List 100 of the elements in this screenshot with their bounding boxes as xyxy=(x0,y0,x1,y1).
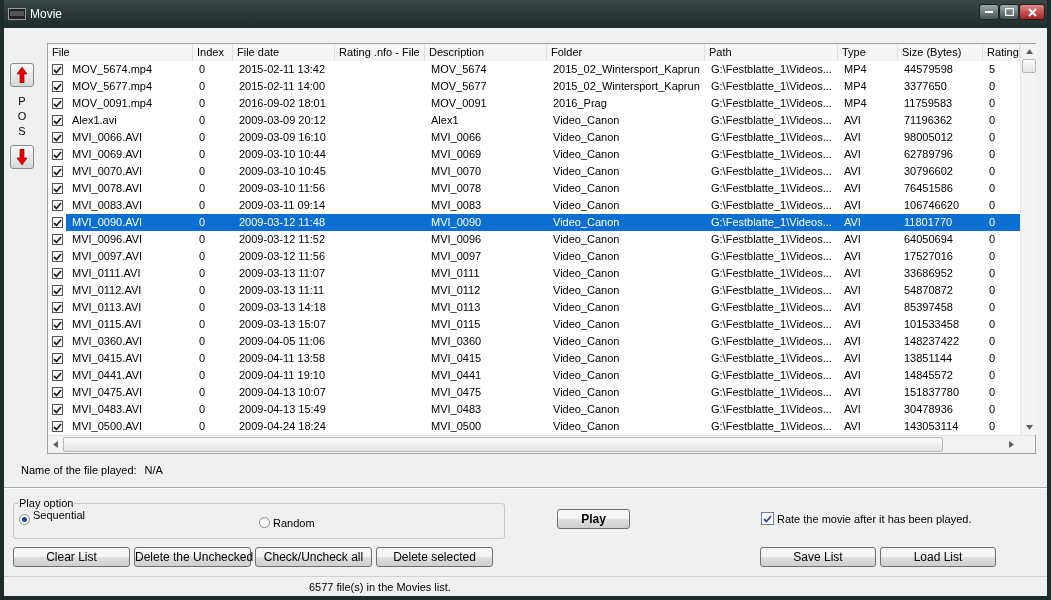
type-cell-text: AVI xyxy=(843,249,862,264)
row-checkbox[interactable] xyxy=(51,302,63,313)
table-row[interactable]: MVI_0078.AVI 0 2009-03-10 11:56 MVI_0078 Video_Canon G:\Festblatte_1\Videos... AVI 76451586 0 xyxy=(66,180,1020,197)
radio-button[interactable] xyxy=(19,514,30,525)
path-cell-text: G:\Festblatte_1\Videos... xyxy=(710,351,833,366)
size-cell-text: 44579598 xyxy=(903,62,954,77)
row-checkbox[interactable] xyxy=(51,234,63,245)
play-button[interactable]: Play xyxy=(557,509,630,529)
description-cell-text: MVI_0097 xyxy=(430,249,483,264)
path-cell-text: G:\Festblatte_1\Videos... xyxy=(710,317,833,332)
table-row[interactable]: MVI_0070.AVI 0 2009-03-10 10:45 MVI_0070 Video_Canon G:\Festblatte_1\Videos... AVI 30796602 0 xyxy=(66,163,1020,180)
index-cell-text: 0 xyxy=(198,62,207,77)
row-checkbox[interactable] xyxy=(51,353,63,364)
row-checkbox[interactable] xyxy=(51,336,63,347)
rating-cell-text: 0 xyxy=(988,164,997,179)
column-header[interactable]: Path xyxy=(705,44,838,61)
table-row[interactable]: MVI_0441.AVI 0 2009-04-11 19:10 MVI_0441 Video_Canon G:\Festblatte_1\Videos... AVI 14845572 0 xyxy=(66,367,1020,384)
table-row[interactable]: MVI_0483.AVI 0 2009-04-13 15:49 MVI_0483 Video_Canon G:\Festblatte_1\Videos... AVI 30478936 0 xyxy=(66,401,1020,418)
scroll-thumb[interactable] xyxy=(63,437,943,452)
row-checkbox[interactable] xyxy=(51,217,63,228)
maximize-button[interactable] xyxy=(999,4,1019,20)
list-action-button[interactable]: Check/Uncheck all xyxy=(255,547,372,567)
vertical-scrollbar[interactable] xyxy=(1020,44,1037,435)
row-checkbox[interactable] xyxy=(51,81,63,92)
move-down-button[interactable] xyxy=(10,145,34,169)
type-cell-text: AVI xyxy=(843,317,862,332)
file-date-cell-text: 2009-03-09 20:12 xyxy=(238,113,327,128)
table-row[interactable]: MVI_0415.AVI 0 2009-04-11 13:58 MVI_0415 Video_Canon G:\Festblatte_1\Videos... AVI 13851144 0 xyxy=(66,350,1020,367)
row-checkbox[interactable] xyxy=(51,64,63,75)
folder-cell-text: Video_Canon xyxy=(552,147,621,162)
size-cell-text: 101533458 xyxy=(903,317,961,332)
column-header[interactable]: Folder xyxy=(547,44,705,61)
list-file-button[interactable]: Save List xyxy=(760,547,876,567)
table-row[interactable]: MVI_0111.AVI 0 2009-03-13 11:07 MVI_0111 Video_Canon G:\Festblatte_1\Videos... AVI 33686952 0 xyxy=(66,265,1020,282)
column-header[interactable]: Rating .nfo - File xyxy=(335,44,425,61)
table-row[interactable]: MVI_0083.AVI 0 2009-03-11 09:14 MVI_0083 Video_Canon G:\Festblatte_1\Videos... AVI 106746620 0 xyxy=(66,197,1020,214)
rating-cell-text: 0 xyxy=(988,368,997,383)
table-row[interactable]: MVI_0090.AVI 0 2009-03-12 11:48 MVI_0090 Video_Canon G:\Festblatte_1\Videos... AVI 11801770 0 xyxy=(66,214,1020,231)
scroll-down-icon[interactable] xyxy=(1025,425,1033,430)
path-cell-text: G:\Festblatte_1\Videos... xyxy=(710,130,833,145)
column-header[interactable]: Index xyxy=(193,44,233,61)
row-checkbox[interactable] xyxy=(51,404,63,415)
row-checkbox[interactable] xyxy=(51,421,63,432)
table-row[interactable]: MVI_0097.AVI 0 2009-03-12 11:56 MVI_0097 Video_Canon G:\Festblatte_1\Videos... AVI 17527016 0 xyxy=(66,248,1020,265)
index-cell-text: 0 xyxy=(198,266,207,281)
table-row[interactable]: MOV_0091.mp4 0 2016-09-02 18:01 MOV_0091 2016_Prag G:\Festblatte_1\Videos... MP4 11759583 0 xyxy=(66,95,1020,112)
description-cell-text: MOV_5674 xyxy=(430,62,488,77)
list-action-button[interactable]: Clear List xyxy=(13,547,130,567)
file-name-cell-text: MVI_0441.AVI xyxy=(71,368,144,383)
scroll-left-icon[interactable] xyxy=(53,441,58,448)
scroll-thumb[interactable] xyxy=(1022,59,1036,73)
row-checkbox[interactable] xyxy=(51,132,63,143)
scroll-right-icon[interactable] xyxy=(1009,441,1014,448)
column-header[interactable]: Type xyxy=(838,44,898,61)
column-header[interactable]: Size (Bytes) xyxy=(898,44,983,61)
row-checkbox[interactable] xyxy=(51,319,63,330)
row-checkbox[interactable] xyxy=(51,251,63,262)
row-checkbox[interactable] xyxy=(51,370,63,381)
table-row[interactable]: MOV_5677.mp4 0 2015-02-11 14:00 MOV_5677 2015_02_Wintersport_Kaprun G:\Festblatte_1\Videos... MP4 3377650 0 xyxy=(66,78,1020,95)
move-up-button[interactable] xyxy=(10,63,34,87)
table-row[interactable]: MVI_0096.AVI 0 2009-03-12 11:52 MVI_0096 Video_Canon G:\Festblatte_1\Videos... AVI 64050694 0 xyxy=(66,231,1020,248)
type-cell-text: AVI xyxy=(843,368,862,383)
table-row[interactable]: Alex1.avi 0 2009-03-09 20:12 Alex1 Video_Canon G:\Festblatte_1\Videos... AVI 71196362 0 xyxy=(66,112,1020,129)
radio-button[interactable] xyxy=(259,517,270,528)
index-cell-text: 0 xyxy=(198,368,207,383)
row-checkbox[interactable] xyxy=(51,200,63,211)
column-header[interactable]: Description xyxy=(425,44,547,61)
table-row[interactable]: MVI_0113.AVI 0 2009-03-13 14:18 MVI_0113 Video_Canon G:\Festblatte_1\Videos... AVI 85397458 0 xyxy=(66,299,1020,316)
list-action-button[interactable]: Delete the Unchecked xyxy=(134,547,251,567)
down-arrow-icon xyxy=(17,149,27,165)
table-row[interactable]: MVI_0360.AVI 0 2009-04-05 11:06 MVI_0360 Video_Canon G:\Festblatte_1\Videos... AVI 148237422 0 xyxy=(66,333,1020,350)
scroll-up-icon[interactable] xyxy=(1025,49,1033,54)
description-cell-text: MVI_0111 xyxy=(430,266,481,281)
table-row[interactable]: MVI_0115.AVI 0 2009-03-13 15:07 MVI_0115 Video_Canon G:\Festblatte_1\Videos... AVI 101533458 0 xyxy=(66,316,1020,333)
list-file-button[interactable]: Load List xyxy=(880,547,996,567)
table-row[interactable]: MVI_0475.AVI 0 2009-04-13 10:07 MVI_0475 Video_Canon G:\Festblatte_1\Videos... AVI 151837780 0 xyxy=(66,384,1020,401)
row-checkbox[interactable] xyxy=(51,387,63,398)
row-checkbox[interactable] xyxy=(51,183,63,194)
column-header[interactable]: File xyxy=(48,44,193,61)
row-checkbox[interactable] xyxy=(51,115,63,126)
row-checkbox[interactable] xyxy=(51,268,63,279)
description-cell-text: MVI_0415 xyxy=(430,351,483,366)
table-row[interactable]: MVI_0500.AVI 0 2009-04-24 18:24 MVI_0500 Video_Canon G:\Festblatte_1\Videos... AVI 143053114 0 xyxy=(66,418,1020,435)
row-checkbox[interactable] xyxy=(51,98,63,109)
description-cell-text: MVI_0069 xyxy=(430,147,483,162)
minimize-button[interactable] xyxy=(979,4,999,20)
table-row[interactable]: MVI_0066.AVI 0 2009-03-09 16:10 MVI_0066 Video_Canon G:\Festblatte_1\Videos... AVI 98005012 0 xyxy=(66,129,1020,146)
horizontal-scrollbar[interactable] xyxy=(48,435,1035,453)
row-checkbox[interactable] xyxy=(51,285,63,296)
path-cell-text: G:\Festblatte_1\Videos... xyxy=(710,164,833,179)
column-header[interactable]: File date xyxy=(233,44,335,61)
close-button[interactable] xyxy=(1019,4,1045,20)
folder-cell-text: Video_Canon xyxy=(552,317,621,332)
rate-checkbox[interactable] xyxy=(761,512,774,525)
table-row[interactable]: MVI_0069.AVI 0 2009-03-10 10:44 MVI_0069 Video_Canon G:\Festblatte_1\Videos... AVI 62789796 0 xyxy=(66,146,1020,163)
row-checkbox[interactable] xyxy=(51,149,63,160)
table-row[interactable]: MOV_5674.mp4 0 2015-02-11 13:42 MOV_5674 2015_02_Wintersport_Kaprun G:\Festblatte_1\Videos... MP4 44579598 5 xyxy=(66,61,1020,78)
row-checkbox[interactable] xyxy=(51,166,63,177)
table-row[interactable]: MVI_0112.AVI 0 2009-03-13 11:11 MVI_0112 Video_Canon G:\Festblatte_1\Videos... AVI 54870872 0 xyxy=(66,282,1020,299)
list-action-button[interactable]: Delete selected xyxy=(376,547,493,567)
